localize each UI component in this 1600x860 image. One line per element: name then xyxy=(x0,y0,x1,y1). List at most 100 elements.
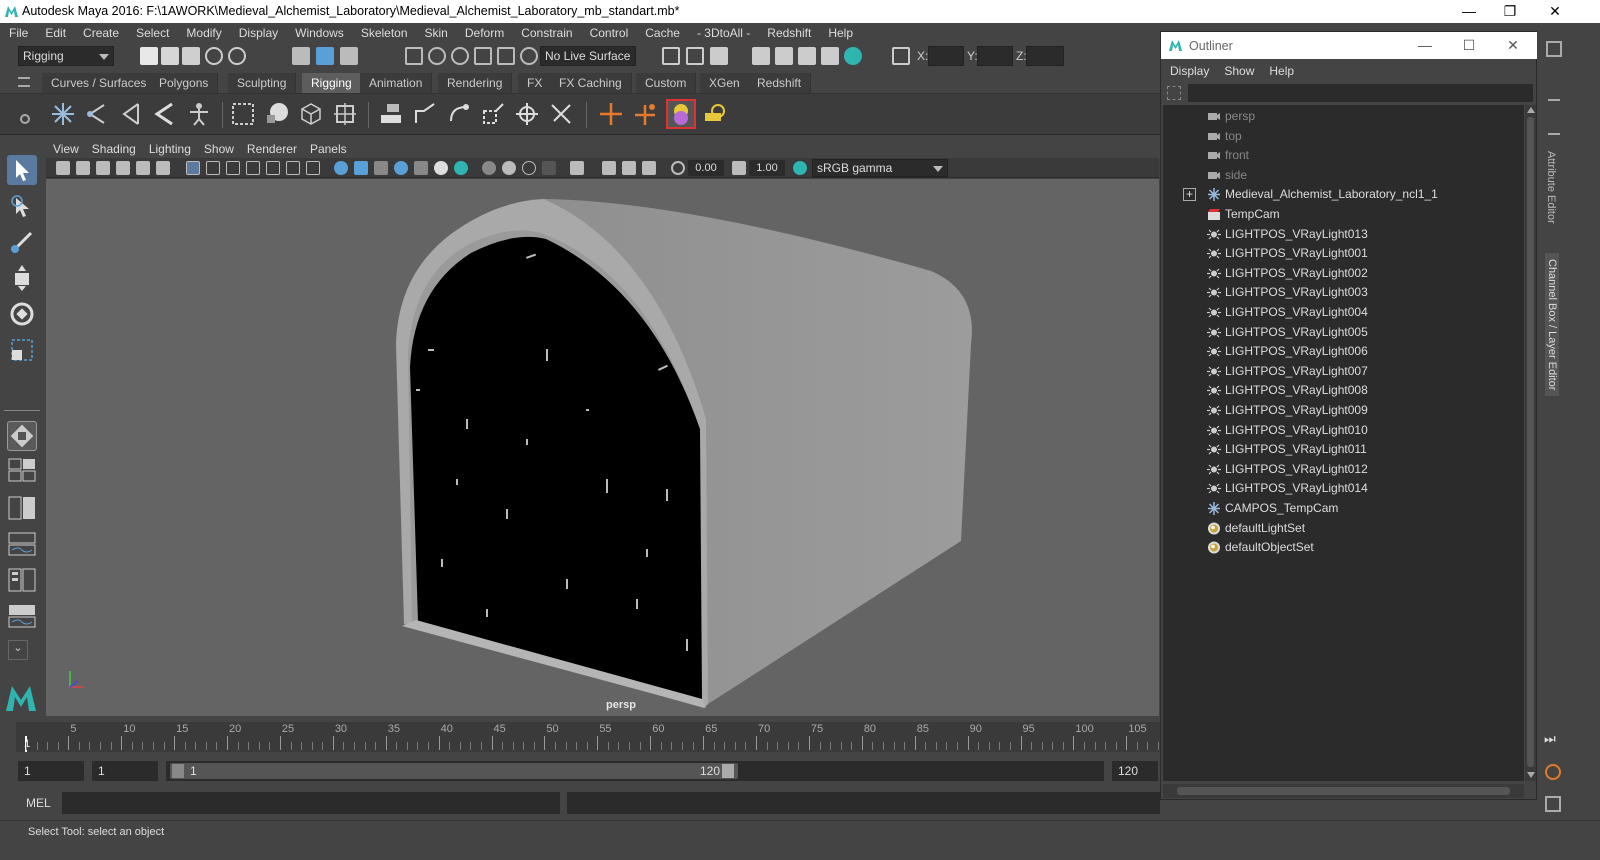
outliner-item[interactable]: persp xyxy=(1163,107,1524,126)
input-ops-icon[interactable] xyxy=(662,47,680,65)
safe-action-icon[interactable] xyxy=(286,161,300,175)
select-tool-button[interactable] xyxy=(7,155,37,185)
outliner-item[interactable]: LIGHTPOS_VRayLight001 xyxy=(1163,244,1524,263)
animation-end-field[interactable]: 120 xyxy=(1112,761,1158,781)
y-coord-field[interactable] xyxy=(977,46,1013,66)
four-view-layout-button[interactable] xyxy=(8,458,36,482)
open-scene-icon[interactable] xyxy=(161,47,179,65)
command-input[interactable] xyxy=(62,792,560,814)
outliner-item[interactable]: LIGHTPOS_VRayLight012 xyxy=(1163,460,1524,479)
camera-select-icon[interactable] xyxy=(56,161,70,175)
redo-icon[interactable] xyxy=(228,47,246,65)
outliner-menu-help[interactable]: Help xyxy=(1260,61,1300,81)
time-ruler[interactable]: 1 5 10 15 20 25 30 35 40 45 50 55 60 65 70 75 80 85 90 95 1… xyxy=(16,722,1160,752)
outliner-minimize-button[interactable]: — xyxy=(1411,36,1439,54)
scroll-thumb[interactable] xyxy=(1527,117,1534,767)
camera-attributes-icon[interactable] xyxy=(76,161,90,175)
snap-view-plane-icon[interactable] xyxy=(474,47,492,65)
smooth-shade-icon[interactable] xyxy=(354,161,368,175)
rotate-tool-button[interactable] xyxy=(7,299,37,329)
depth-of-field-icon[interactable] xyxy=(542,161,556,175)
panel-menu-view[interactable]: View xyxy=(46,141,85,158)
menu-set-dropdown[interactable]: Rigging xyxy=(18,46,114,66)
bind-skin-icon[interactable] xyxy=(230,101,256,127)
menu-deform[interactable]: Deform xyxy=(456,23,512,43)
outliner-vertical-scrollbar[interactable] xyxy=(1525,105,1536,781)
menu-display[interactable]: Display xyxy=(230,23,286,43)
hypershade-layout-button[interactable] xyxy=(8,604,36,628)
outliner-item[interactable]: LIGHTPOS_VRayLight006 xyxy=(1163,342,1524,361)
menu-file[interactable]: File xyxy=(0,23,36,43)
channel-box-tab[interactable]: Channel Box / Layer Editor xyxy=(1545,253,1559,397)
menu-skeleton[interactable]: Skeleton xyxy=(352,23,416,43)
gamma-icon[interactable] xyxy=(732,161,746,175)
xray-active-icon[interactable] xyxy=(622,161,636,175)
insert-joint-icon[interactable] xyxy=(152,101,178,127)
joint-label-icon[interactable] xyxy=(702,101,728,127)
gamma-field[interactable]: 1.00 xyxy=(749,160,785,176)
outliner-item[interactable]: LIGHTPOS_VRayLight010 xyxy=(1163,421,1524,440)
shelf-tab-rigging[interactable]: Rigging xyxy=(302,73,362,93)
color-management-icon[interactable] xyxy=(793,161,807,175)
animation-start-field[interactable]: 1 xyxy=(18,761,84,781)
range-start-handle[interactable] xyxy=(172,764,184,778)
range-slider-bar[interactable] xyxy=(170,763,738,779)
textured-icon[interactable] xyxy=(394,161,408,175)
new-scene-icon[interactable] xyxy=(140,47,158,65)
menu-edit[interactable]: Edit xyxy=(36,23,74,43)
single-perspective-layout-button[interactable] xyxy=(7,421,37,451)
outliner-item[interactable]: top xyxy=(1163,127,1524,146)
panel-menu-renderer[interactable]: Renderer xyxy=(240,141,303,158)
move-tool-button[interactable] xyxy=(7,263,37,293)
shelf-options-icon[interactable] xyxy=(20,114,30,124)
grid-icon[interactable] xyxy=(186,161,200,175)
script-editor-icon[interactable] xyxy=(1545,796,1561,812)
filter-icon[interactable] xyxy=(1167,86,1181,100)
menu-select[interactable]: Select xyxy=(127,23,177,43)
joint-tool-icon[interactable] xyxy=(50,101,76,127)
snap-grid-icon[interactable] xyxy=(405,47,423,65)
panel-menu-lighting[interactable]: Lighting xyxy=(142,141,197,158)
outliner-menu-display[interactable]: Display xyxy=(1161,61,1215,81)
outliner-item[interactable]: LIGHTPOS_VRayLight002 xyxy=(1163,264,1524,283)
scale-constraint-icon[interactable] xyxy=(480,101,506,127)
panel-menu-panels[interactable]: Panels xyxy=(303,141,353,158)
locator-shelf-icon[interactable] xyxy=(598,101,624,127)
outliner-item[interactable]: LIGHTPOS_VRayLight011 xyxy=(1163,440,1524,459)
snap-curve-icon[interactable] xyxy=(428,47,446,65)
outliner-item[interactable]: defaultObjectSet xyxy=(1163,538,1524,557)
backface-culling-icon[interactable] xyxy=(642,161,656,175)
quick-rig-icon[interactable] xyxy=(186,101,212,127)
ik-spline-icon[interactable] xyxy=(118,101,144,127)
lasso-tool-button[interactable] xyxy=(7,191,37,221)
outliner-item[interactable]: + Medieval_Alchemist_Laboratory_ncl1_1 xyxy=(1163,185,1524,204)
bookmark-icon[interactable] xyxy=(96,161,110,175)
image-plane-icon[interactable] xyxy=(116,161,130,175)
snap-point-icon[interactable] xyxy=(451,47,469,65)
menu-cache[interactable]: Cache xyxy=(636,23,688,43)
menu-redshift[interactable]: Redshift xyxy=(758,23,819,43)
shelf-tab-rendering[interactable]: Rendering xyxy=(438,73,513,93)
motion-blur-icon[interactable] xyxy=(502,161,516,175)
outliner-search-input[interactable] xyxy=(1188,84,1533,102)
cluster-icon[interactable] xyxy=(332,101,358,127)
menu-constrain[interactable]: Constrain xyxy=(512,23,580,43)
menu-skin[interactable]: Skin xyxy=(416,23,456,43)
render-frame-icon[interactable] xyxy=(775,47,793,65)
film-gate-icon[interactable] xyxy=(206,161,220,175)
render-settings-icon[interactable] xyxy=(821,47,839,65)
outliner-list[interactable]: persp top front side + Medieval_Alchemist_Lab… xyxy=(1163,105,1524,781)
select-by-component-icon[interactable] xyxy=(340,47,358,65)
field-chart-icon[interactable] xyxy=(266,161,280,175)
panel-menu-shading[interactable]: Shading xyxy=(85,141,142,158)
panel-menu-show[interactable]: Show xyxy=(197,141,240,158)
outliner-horizontal-scrollbar[interactable] xyxy=(1163,784,1524,798)
wireframe-icon[interactable] xyxy=(334,161,348,175)
outliner-item[interactable]: CAMPOS_TempCam xyxy=(1163,499,1524,518)
outliner-item[interactable]: LIGHTPOS_VRayLight008 xyxy=(1163,381,1524,400)
select-by-hierarchy-icon[interactable] xyxy=(292,47,310,65)
outliner-persp-layout-button[interactable] xyxy=(8,532,36,556)
exposure-icon[interactable] xyxy=(671,161,685,175)
shelf-tab-xgen[interactable]: XGen xyxy=(700,73,750,93)
ik-fk-switch-icon[interactable] xyxy=(632,101,658,127)
